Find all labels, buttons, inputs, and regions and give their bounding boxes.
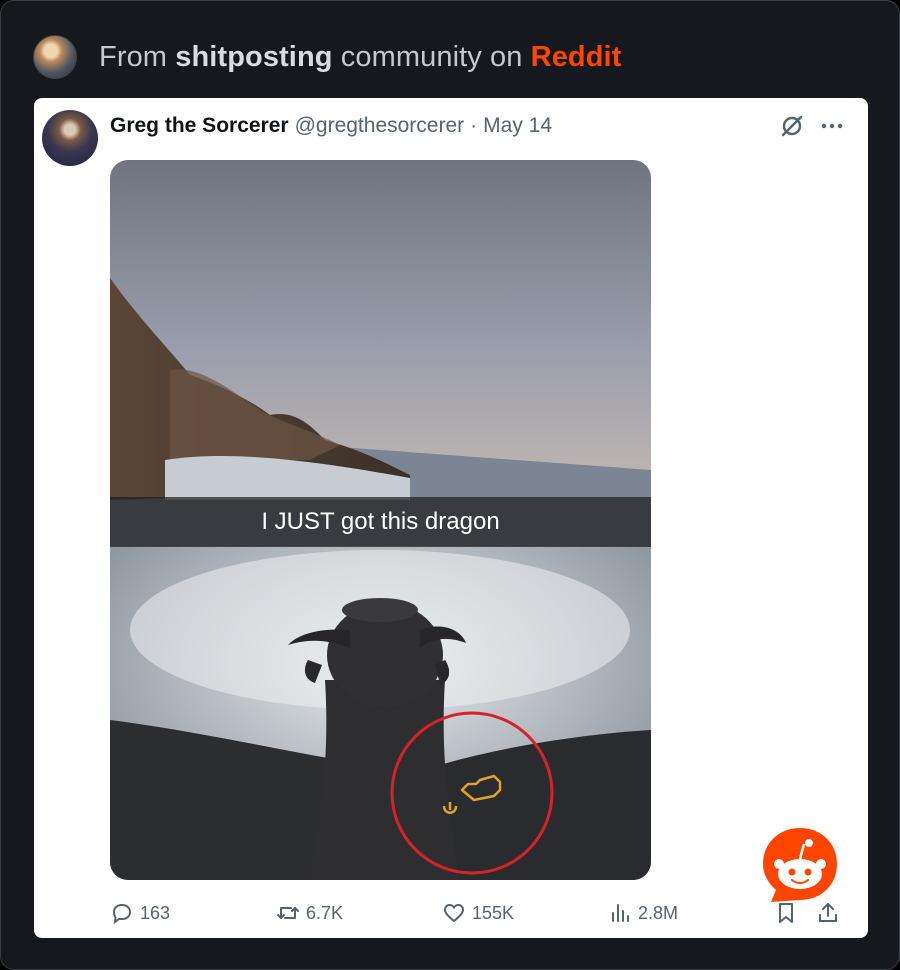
community-avatar[interactable] xyxy=(33,35,77,79)
header-prefix: From xyxy=(99,40,168,73)
reply-button[interactable]: 163 xyxy=(110,896,170,930)
author-handle[interactable]: @gregthesorcerer xyxy=(295,114,465,138)
header-text: From shitposting community on Reddit xyxy=(99,41,621,74)
like-button[interactable]: 155K xyxy=(442,896,514,930)
reddit-link[interactable]: Reddit xyxy=(531,41,622,73)
post-image[interactable]: I JUST got this dragon xyxy=(110,160,651,880)
views-count: 2.8M xyxy=(638,902,679,923)
repost-icon xyxy=(277,907,299,919)
post-header: Greg the Sorcerer @gregthesorcerer · May… xyxy=(110,114,552,138)
heart-icon xyxy=(443,903,465,923)
like-count: 155K xyxy=(472,902,515,923)
reddit-snoo-icon[interactable] xyxy=(761,826,839,904)
analytics-icon xyxy=(612,904,629,922)
bookmark-icon xyxy=(779,903,793,923)
repost-count: 6.7K xyxy=(306,902,344,923)
author-avatar[interactable] xyxy=(42,110,98,166)
reply-count: 163 xyxy=(140,902,171,923)
tweet-card: Greg the Sorcerer @gregthesorcerer · May… xyxy=(34,98,868,938)
post-date[interactable]: May 14 xyxy=(483,114,552,138)
grok-icon[interactable] xyxy=(778,112,806,140)
action-bar: 163 6.7K 155K 2.8M xyxy=(34,896,868,930)
embed-header: From shitposting community on Reddit xyxy=(33,35,621,79)
reddit-embed-frame: From shitposting community on Reddit Gre… xyxy=(0,0,900,970)
repost-button[interactable]: 6.7K xyxy=(276,896,343,930)
header-middle: community on xyxy=(340,40,523,73)
share-icon xyxy=(819,903,837,922)
views-button[interactable]: 2.8M xyxy=(608,896,678,930)
snap-caption: I JUST got this dragon xyxy=(110,497,651,547)
separator-dot: · xyxy=(470,114,478,137)
author-name[interactable]: Greg the Sorcerer xyxy=(110,114,289,138)
community-link[interactable]: shitposting xyxy=(175,41,332,73)
reply-icon xyxy=(112,903,132,925)
more-options-icon[interactable] xyxy=(818,112,846,140)
